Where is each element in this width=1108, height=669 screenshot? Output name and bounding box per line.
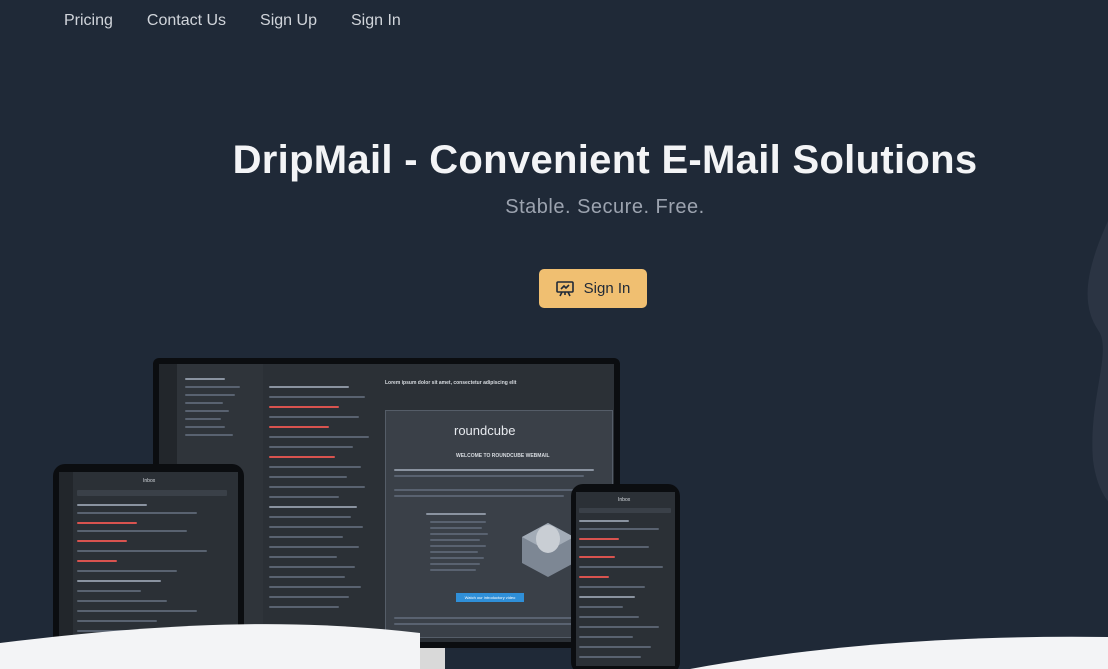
cube-illustration bbox=[522, 523, 574, 577]
top-nav: Pricing Contact Us Sign Up Sign In bbox=[0, 0, 1108, 42]
nav-sign-in[interactable]: Sign In bbox=[351, 1, 401, 41]
nav-contact-us[interactable]: Contact Us bbox=[147, 1, 226, 41]
watch-video-button[interactable]: Watch our introductory video bbox=[456, 593, 524, 602]
sign-in-cta-label: Sign In bbox=[583, 280, 631, 297]
nav-pricing[interactable]: Pricing bbox=[64, 1, 113, 41]
hero-title: DripMail - Convenient E-Mail Solutions bbox=[232, 138, 978, 182]
desktop-message-list bbox=[263, 364, 379, 642]
decorative-shape bbox=[1087, 221, 1108, 502]
presentation-icon bbox=[555, 280, 574, 296]
hero-subtitle: Stable. Secure. Free. bbox=[505, 196, 705, 218]
email-subject: Lorem ipsum dolor sit amet, consectetur … bbox=[385, 380, 517, 386]
nav-sign-up[interactable]: Sign Up bbox=[260, 1, 317, 41]
tablet-inbox-label: Inbox bbox=[143, 478, 156, 484]
welcome-text: WELCOME TO ROUNDCUBE WEBMAIL bbox=[456, 453, 550, 459]
sign-in-cta-button[interactable]: Sign In bbox=[539, 269, 647, 308]
phone-inbox-label: Inbox bbox=[618, 497, 631, 503]
roundcube-logo-text: roundcube bbox=[454, 423, 516, 438]
bottom-wave bbox=[0, 624, 1108, 669]
